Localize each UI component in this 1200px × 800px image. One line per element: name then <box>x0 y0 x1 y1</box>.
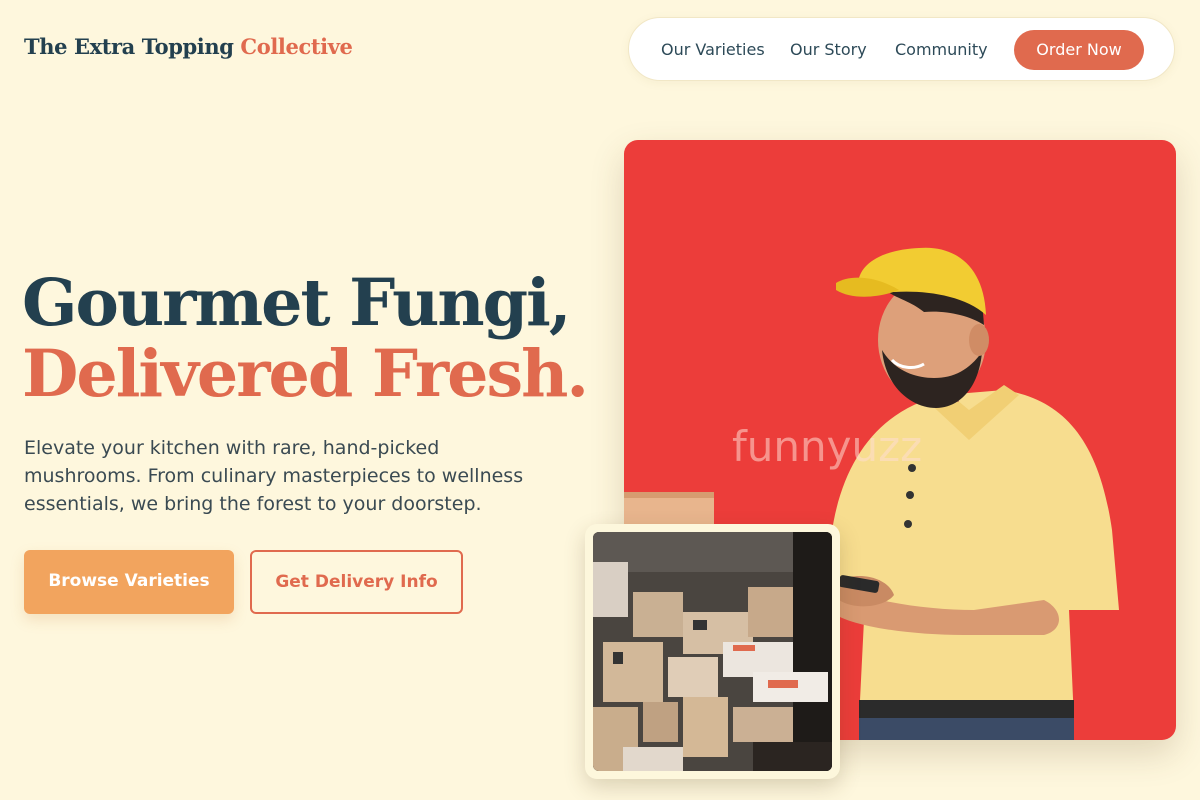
hero-headline-line2: Delivered Fresh. <box>22 336 589 412</box>
browse-varieties-button[interactable]: Browse Varieties <box>24 550 234 614</box>
parcel-boxes-photo-icon <box>593 532 832 771</box>
nav-link-community[interactable]: Community <box>895 40 988 59</box>
main-nav: Our Varieties Our Story Community Order … <box>628 17 1175 81</box>
image-watermark: funnyuzz <box>732 422 923 471</box>
hero-subtitle: Elevate your kitchen with rare, hand-pic… <box>24 437 524 515</box>
order-now-button[interactable]: Order Now <box>1014 30 1144 70</box>
nav-link-story[interactable]: Our Story <box>790 40 867 59</box>
parcels-image-frame <box>585 524 840 779</box>
nav-link-varieties[interactable]: Our Varieties <box>661 40 765 59</box>
hero-headline-line1: Gourmet Fungi, <box>22 265 571 341</box>
brand-name-main: The Extra Topping <box>24 34 234 59</box>
delivery-info-button[interactable]: Get Delivery Info <box>250 550 463 614</box>
brand-name-accent: Collective <box>240 34 353 59</box>
parcels-image <box>593 532 832 771</box>
hero-headline: Gourmet Fungi, Delivered Fresh. <box>22 265 589 412</box>
brand-logo[interactable]: The Extra Topping Collective <box>24 34 353 59</box>
